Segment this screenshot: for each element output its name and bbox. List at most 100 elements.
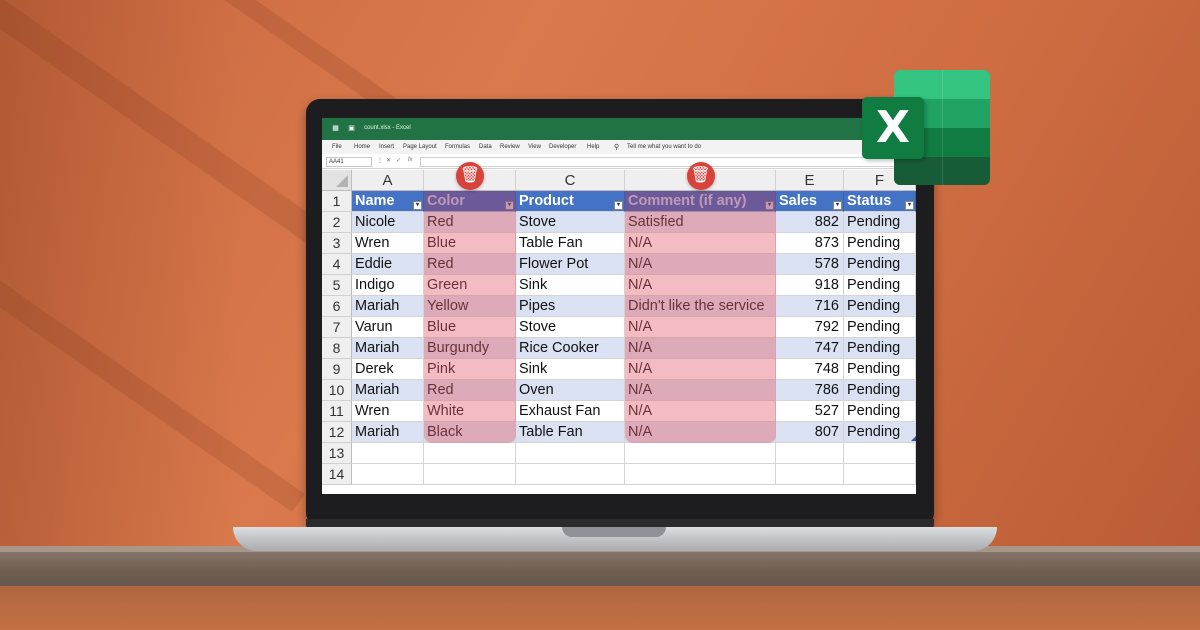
table-cell[interactable]: 792	[776, 317, 844, 338]
table-header-cell[interactable]: Product ▾	[516, 191, 625, 212]
table-cell[interactable]: N/A	[625, 380, 776, 401]
table-cell[interactable]: Mariah	[352, 338, 424, 359]
row-header[interactable]: 7	[322, 317, 352, 338]
column-header-a[interactable]: A	[352, 170, 424, 191]
table-cell[interactable]: 786	[776, 380, 844, 401]
table-cell[interactable]: 748	[776, 359, 844, 380]
table-cell[interactable]: Burgundy	[424, 338, 516, 359]
tab-file[interactable]: File	[332, 144, 342, 150]
tab-help[interactable]: Help	[587, 144, 599, 150]
empty-cell[interactable]	[424, 443, 516, 464]
table-cell[interactable]: Pending	[844, 317, 916, 338]
row-header[interactable]: 14	[322, 464, 352, 485]
table-cell[interactable]: N/A	[625, 422, 776, 443]
row-header[interactable]: 4	[322, 254, 352, 275]
table-cell[interactable]: 807	[776, 422, 844, 443]
table-cell[interactable]: Flower Pot	[516, 254, 625, 275]
save-icon[interactable]: ▣	[346, 123, 357, 134]
row-header[interactable]: 11	[322, 401, 352, 422]
empty-cell[interactable]	[516, 464, 625, 485]
table-header-cell[interactable]: Sales ▾	[776, 191, 844, 212]
table-cell[interactable]: Exhaust Fan	[516, 401, 625, 422]
table-cell[interactable]: 873	[776, 233, 844, 254]
table-cell[interactable]: Pending	[844, 359, 916, 380]
filter-dropdown-icon[interactable]: ▾	[413, 201, 422, 210]
empty-cell[interactable]	[352, 443, 424, 464]
row-header[interactable]: 1	[322, 191, 352, 212]
tab-page-layout[interactable]: Page Layout	[403, 144, 437, 150]
filter-dropdown-icon[interactable]: ▾	[833, 201, 842, 210]
table-cell[interactable]: Red	[424, 254, 516, 275]
table-cell[interactable]: Red	[424, 380, 516, 401]
table-cell[interactable]: Wren	[352, 401, 424, 422]
table-cell[interactable]: N/A	[625, 359, 776, 380]
table-resize-handle[interactable]	[911, 436, 916, 441]
row-header[interactable]: 13	[322, 443, 352, 464]
table-cell[interactable]: Table Fan	[516, 422, 625, 443]
table-cell[interactable]: Rice Cooker	[516, 338, 625, 359]
row-header[interactable]: 9	[322, 359, 352, 380]
table-cell[interactable]: Satisfied	[625, 212, 776, 233]
table-cell[interactable]: N/A	[625, 275, 776, 296]
table-cell[interactable]: Stove	[516, 212, 625, 233]
table-cell[interactable]: 747	[776, 338, 844, 359]
tab-insert[interactable]: Insert	[379, 144, 394, 150]
empty-cell[interactable]	[516, 443, 625, 464]
empty-cell[interactable]	[352, 464, 424, 485]
table-cell[interactable]: 716	[776, 296, 844, 317]
table-cell[interactable]: Mariah	[352, 422, 424, 443]
empty-cell[interactable]	[625, 464, 776, 485]
tab-home[interactable]: Home	[354, 144, 370, 150]
formula-input[interactable]	[420, 157, 910, 167]
table-cell[interactable]: 527	[776, 401, 844, 422]
row-header[interactable]: 8	[322, 338, 352, 359]
table-cell[interactable]: Stove	[516, 317, 625, 338]
table-cell[interactable]: N/A	[625, 233, 776, 254]
table-cell[interactable]: Pending	[844, 296, 916, 317]
table-cell[interactable]: Pending	[844, 338, 916, 359]
table-cell[interactable]: Pending	[844, 233, 916, 254]
table-cell[interactable]: Yellow	[424, 296, 516, 317]
trash-icon[interactable]: 🗑	[456, 162, 484, 190]
table-cell[interactable]: Sink	[516, 275, 625, 296]
empty-cell[interactable]	[844, 443, 916, 464]
table-cell[interactable]: Nicole	[352, 212, 424, 233]
table-cell[interactable]: Table Fan	[516, 233, 625, 254]
empty-cell[interactable]	[776, 443, 844, 464]
table-cell[interactable]: Mariah	[352, 296, 424, 317]
cancel-icon[interactable]: ✕	[386, 157, 391, 164]
table-cell[interactable]: N/A	[625, 317, 776, 338]
table-cell[interactable]: Blue	[424, 317, 516, 338]
table-cell[interactable]: Green	[424, 275, 516, 296]
table-cell[interactable]: Pink	[424, 359, 516, 380]
tell-me-search[interactable]: Tell me what you want to do	[627, 144, 701, 150]
table-cell[interactable]: Didn't like the service	[625, 296, 776, 317]
table-cell[interactable]: Pending	[844, 212, 916, 233]
empty-cell[interactable]	[844, 464, 916, 485]
row-header[interactable]: 6	[322, 296, 352, 317]
tab-developer[interactable]: Developer	[549, 144, 576, 150]
table-cell[interactable]: Varun	[352, 317, 424, 338]
table-cell[interactable]: 882	[776, 212, 844, 233]
table-cell[interactable]: Derek	[352, 359, 424, 380]
column-header-e[interactable]: E	[776, 170, 844, 191]
table-cell[interactable]: Pending	[844, 422, 916, 443]
table-cell[interactable]: 578	[776, 254, 844, 275]
table-cell[interactable]: Eddie	[352, 254, 424, 275]
table-cell[interactable]: Wren	[352, 233, 424, 254]
table-cell[interactable]: Pending	[844, 275, 916, 296]
column-header-c[interactable]: C	[516, 170, 625, 191]
table-cell[interactable]: Pending	[844, 401, 916, 422]
row-header[interactable]: 5	[322, 275, 352, 296]
tab-review[interactable]: Review	[500, 144, 520, 150]
table-cell[interactable]: Sink	[516, 359, 625, 380]
table-cell[interactable]: Blue	[424, 233, 516, 254]
trash-icon[interactable]: 🗑	[686, 162, 715, 190]
table-cell[interactable]: Black	[424, 422, 516, 443]
row-header[interactable]: 12	[322, 422, 352, 443]
empty-cell[interactable]	[625, 443, 776, 464]
enter-icon[interactable]: ✓	[396, 157, 401, 164]
table-cell[interactable]: N/A	[625, 338, 776, 359]
table-cell[interactable]: White	[424, 401, 516, 422]
name-box[interactable]: AA41	[326, 157, 372, 167]
